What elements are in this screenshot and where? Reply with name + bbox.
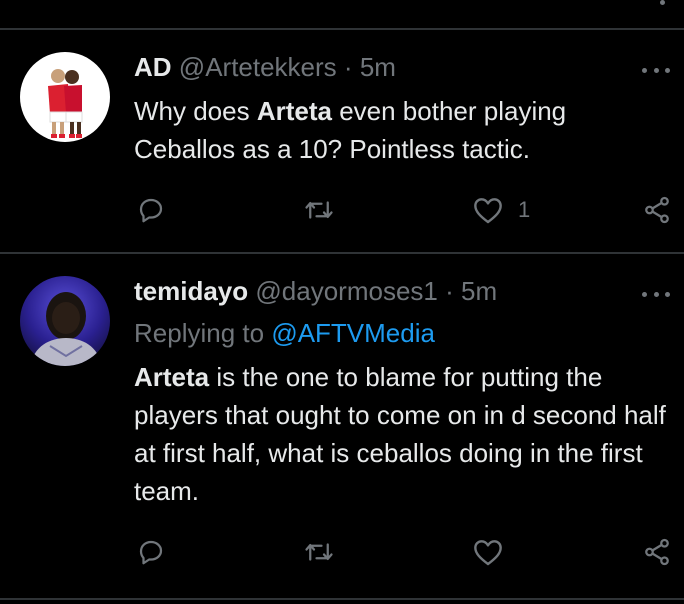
tweet-ad[interactable]: AD @Artetekkers · 5m Why does Arteta eve…	[0, 30, 684, 252]
tweet-actions: 1	[0, 190, 684, 230]
tweet-text: Why does Arteta even bother playing Ceba…	[134, 92, 669, 168]
tweet-header: temidayo @dayormoses1 · 5m	[134, 276, 497, 306]
like-button[interactable]	[472, 532, 518, 572]
timeline-feed: AD @Artetekkers · 5m Why does Arteta eve…	[0, 0, 684, 604]
tweet-text-part: Why does	[134, 96, 257, 126]
reply-button[interactable]	[136, 190, 166, 230]
author-handle[interactable]: @Artetekkers	[179, 52, 337, 82]
person-photo-avatar[interactable]	[20, 276, 110, 366]
tweet-header: AD @Artetekkers · 5m	[134, 52, 396, 82]
reply-button[interactable]	[136, 532, 166, 572]
previous-tweet-more-icon[interactable]	[660, 0, 670, 8]
separator: ·	[343, 52, 353, 82]
replying-to-label: Replying to	[134, 318, 272, 348]
tweet-text-part: even bother playing	[331, 96, 567, 126]
tweet-text-part: is the one to blame for putting the play…	[134, 362, 666, 506]
tweet-temidayo[interactable]: temidayo @dayormoses1 · 5m Replying to @…	[0, 254, 684, 598]
tweet-actions	[0, 532, 684, 572]
retweet-icon	[305, 201, 333, 219]
divider	[0, 598, 684, 600]
author-name[interactable]: temidayo	[134, 276, 248, 306]
share-button[interactable]	[642, 190, 672, 230]
share-icon	[645, 538, 669, 566]
more-icon[interactable]	[642, 289, 670, 299]
separator: ·	[445, 276, 454, 306]
like-icon	[474, 540, 502, 566]
retweet-button[interactable]	[302, 532, 336, 572]
timestamp[interactable]: 5m	[461, 276, 497, 306]
more-icon[interactable]	[642, 65, 670, 75]
tweet-text-bold: Arteta	[256, 96, 332, 126]
arsenal-players-avatar[interactable]	[20, 52, 110, 142]
reply-icon	[139, 540, 163, 565]
author-handle[interactable]: @dayormoses1	[255, 276, 437, 306]
like-icon	[474, 198, 502, 224]
author-name[interactable]: AD	[134, 52, 172, 82]
retweet-icon	[305, 543, 333, 561]
reply-icon	[139, 198, 163, 223]
tweet-text: Arteta is the one to blame for putting t…	[134, 358, 669, 510]
replying-to: Replying to @AFTVMedia	[134, 318, 435, 348]
tweet-text-part: Ceballos as a 10? Pointless tactic.	[134, 134, 530, 164]
timestamp[interactable]: 5m	[360, 52, 396, 82]
like-count: 1	[518, 197, 531, 222]
share-icon	[645, 196, 669, 224]
mention-link[interactable]: @AFTVMedia	[271, 318, 435, 348]
retweet-button[interactable]	[302, 190, 336, 230]
like-button[interactable]: 1	[472, 190, 530, 230]
tweet-text-bold: Arteta	[134, 362, 210, 392]
share-button[interactable]	[642, 532, 672, 572]
